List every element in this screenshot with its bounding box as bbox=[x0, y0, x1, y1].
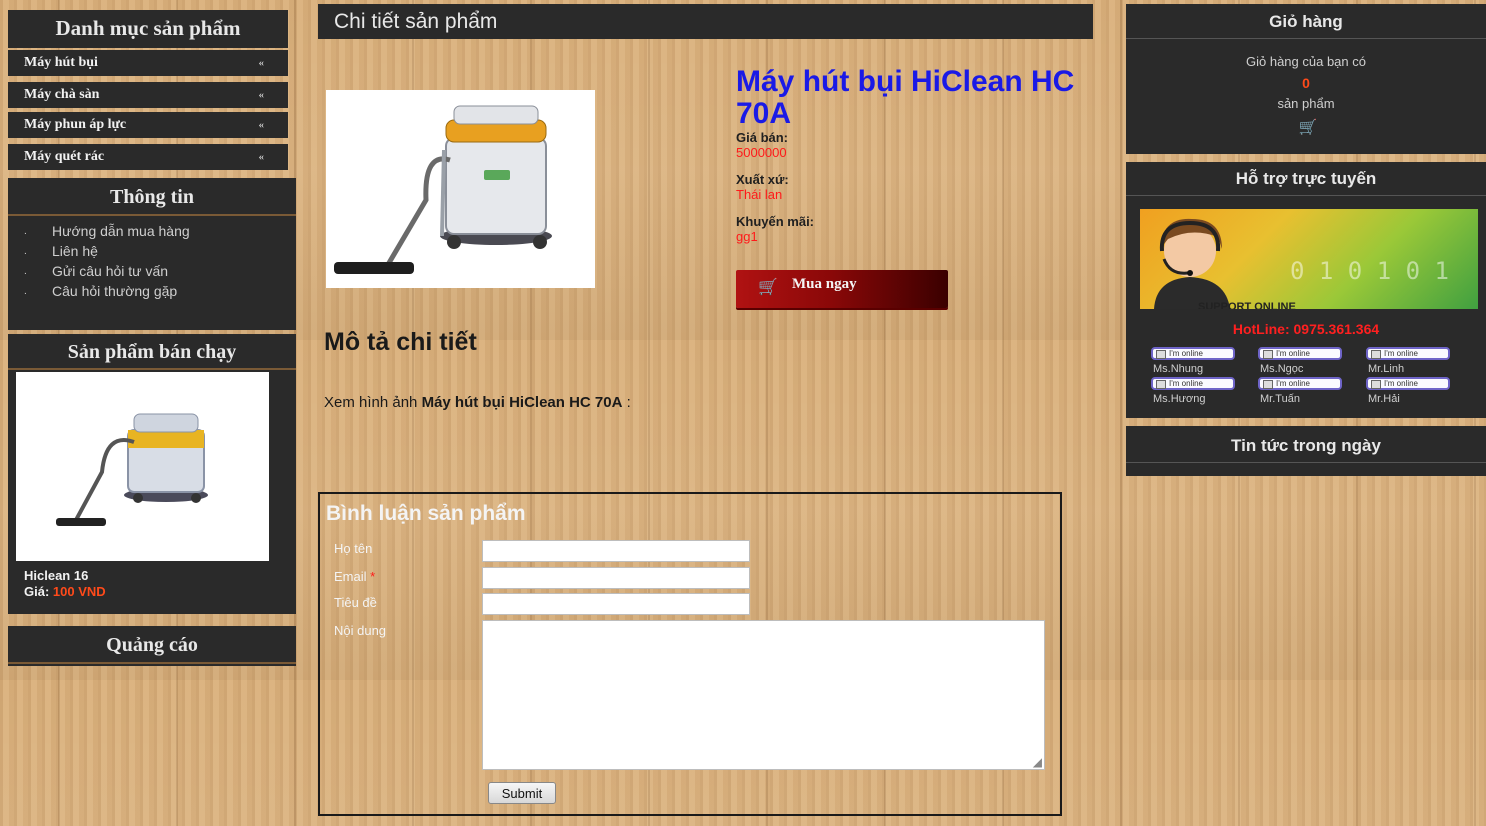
link-cau-hoi-thuong-gap[interactable]: Câu hỏi thường gặp bbox=[52, 283, 177, 299]
support-banner[interactable]: 0 1 0 1 0 1 SUPPORT ONLINE bbox=[1140, 209, 1478, 309]
list-bullet: . bbox=[24, 246, 27, 257]
description-prefix: Xem hình ảnh bbox=[324, 394, 422, 411]
cart-count: 0 bbox=[1302, 75, 1310, 91]
double-chevron-left-icon: « bbox=[258, 57, 265, 69]
support-agent-icon: 0 1 0 1 0 1 bbox=[1154, 218, 1449, 309]
email-input[interactable] bbox=[482, 567, 750, 589]
online-status-button[interactable]: I'm online bbox=[1366, 377, 1450, 390]
description-text: Xem hình ảnh Máy hút bụi HiClean HC 70A … bbox=[324, 394, 631, 411]
ads-panel-title: Quảng cáo bbox=[106, 634, 198, 656]
left-sidebar: Danh mục sản phẩm Máy hút bụi « Máy chà … bbox=[0, 0, 300, 826]
double-chevron-left-icon: « bbox=[258, 119, 265, 131]
sidebar-item-label: Máy quét rác bbox=[24, 149, 105, 164]
bestseller-name[interactable]: Hiclean 16 bbox=[24, 568, 88, 583]
info-panel-divider bbox=[8, 214, 296, 216]
bestseller-panel-title: Sản phẩm bán chạy bbox=[67, 341, 237, 363]
section-title: Chi tiết sản phẩm bbox=[334, 10, 498, 33]
name-field-label: Họ tên bbox=[334, 541, 373, 556]
online-status-button[interactable]: I'm online bbox=[1258, 347, 1342, 360]
category-panel-title: Danh mục sản phẩm bbox=[55, 16, 241, 40]
online-status-button[interactable]: I'm online bbox=[1151, 377, 1235, 390]
description-suffix: : bbox=[622, 394, 631, 411]
price-label: Giá bán: bbox=[736, 130, 789, 145]
vacuum-cleaner-icon bbox=[334, 105, 552, 274]
buy-now-label: Mua ngay bbox=[792, 276, 857, 292]
price-value: 5000000 bbox=[736, 145, 787, 160]
subject-field-label: Tiêu đề bbox=[334, 595, 377, 610]
link-lien-he[interactable]: Liên hệ bbox=[52, 243, 98, 259]
list-bullet: . bbox=[24, 266, 27, 277]
sidebar-item-label: Máy chà sàn bbox=[24, 87, 100, 102]
bestseller-price-value: 100 VND bbox=[52, 584, 106, 599]
bestseller-price-label: Giá: bbox=[24, 584, 50, 599]
product-image[interactable] bbox=[326, 90, 595, 288]
sidebar-item-may-quet-rac[interactable]: Máy quét rác « bbox=[8, 144, 288, 170]
hotline: HotLine: 0975.361.364 bbox=[1232, 321, 1380, 337]
agent-name: Mr.Hải bbox=[1368, 393, 1400, 405]
news-panel-title: Tin tức trong ngày bbox=[1231, 436, 1381, 455]
buy-now-button[interactable]: 🛒 Mua ngay bbox=[736, 270, 948, 308]
sidebar-item-may-cha-san[interactable]: Máy chà sàn « bbox=[8, 82, 288, 108]
subject-input[interactable] bbox=[482, 593, 750, 615]
double-chevron-left-icon: « bbox=[258, 151, 265, 163]
list-bullet: . bbox=[24, 286, 27, 297]
online-status-button[interactable]: I'm online bbox=[1258, 377, 1342, 390]
sidebar-item-may-hut-bui[interactable]: Máy hút bụi « bbox=[8, 50, 288, 76]
comment-form-title: Bình luận sản phẩm bbox=[326, 502, 526, 525]
description-title: Mô tả chi tiết bbox=[324, 328, 477, 356]
submit-button[interactable]: Submit bbox=[488, 782, 556, 804]
name-input[interactable] bbox=[482, 540, 750, 562]
agent-name: Mr.Tuấn bbox=[1260, 393, 1300, 405]
content-textarea[interactable]: ◢ bbox=[482, 620, 1045, 770]
promo-label: Khuyến mãi: bbox=[736, 214, 815, 229]
online-status-button[interactable]: I'm online bbox=[1366, 347, 1450, 360]
list-bullet: . bbox=[24, 226, 27, 237]
support-panel-divider bbox=[1126, 195, 1486, 196]
link-huong-dan-mua-hang[interactable]: Hướng dẫn mua hàng bbox=[52, 223, 190, 239]
product-title: Máy hút bụi HiClean HC 70A bbox=[736, 65, 1075, 130]
agent-name: Ms.Nhung bbox=[1153, 363, 1204, 375]
required-mark: * bbox=[370, 569, 376, 584]
promo-value: gg1 bbox=[736, 229, 758, 244]
banner-text: SUPPORT ONLINE bbox=[1198, 301, 1296, 309]
cart-panel-title: Giỏ hàng bbox=[1269, 12, 1343, 31]
info-panel-title: Thông tin bbox=[110, 186, 194, 208]
bestseller-panel-divider bbox=[8, 368, 296, 370]
agent-name: Ms.Ngọc bbox=[1260, 363, 1304, 375]
sidebar-item-may-phun-ap-luc[interactable]: Máy phun áp lực « bbox=[8, 112, 288, 138]
double-chevron-left-icon: « bbox=[258, 89, 265, 101]
support-panel-title: Hỗ trợ trực tuyến bbox=[1235, 169, 1377, 188]
cart-icon: 🛒 bbox=[758, 279, 778, 296]
link-gui-cau-hoi[interactable]: Gửi câu hỏi tư vấn bbox=[52, 263, 168, 279]
origin-value: Thái lan bbox=[736, 187, 783, 202]
agent-name: Mr.Linh bbox=[1368, 363, 1405, 375]
cart-icon[interactable]: 🛒 bbox=[1296, 118, 1320, 136]
sidebar-item-label: Máy phun áp lực bbox=[24, 117, 127, 132]
cart-panel-divider bbox=[1126, 38, 1486, 39]
content-field-label: Nội dung bbox=[334, 623, 387, 638]
online-status-button[interactable]: I'm online bbox=[1151, 347, 1235, 360]
origin-label: Xuất xứ: bbox=[736, 172, 789, 187]
cart-line-2: sản phẩm bbox=[1277, 96, 1335, 111]
vacuum-cleaner-icon bbox=[56, 413, 208, 526]
resize-grip-icon[interactable]: ◢ bbox=[1033, 756, 1042, 768]
email-label-text: Email bbox=[334, 569, 367, 584]
bestseller-product-image[interactable] bbox=[16, 372, 269, 561]
agent-name: Ms.Hương bbox=[1153, 393, 1206, 405]
email-field-label: Email * bbox=[334, 569, 375, 584]
news-panel-divider bbox=[1126, 462, 1486, 463]
svg-text:0 1 0 1 0 1: 0 1 0 1 0 1 bbox=[1290, 257, 1449, 285]
bestseller-price-row: Giá: 100 VND bbox=[24, 584, 106, 599]
description-product-name: Máy hút bụi HiClean HC 70A bbox=[421, 394, 623, 411]
sidebar-item-label: Máy hút bụi bbox=[24, 55, 98, 70]
cart-line-1: Giỏ hàng của bạn có bbox=[1246, 54, 1366, 69]
ads-panel-divider bbox=[8, 662, 296, 664]
